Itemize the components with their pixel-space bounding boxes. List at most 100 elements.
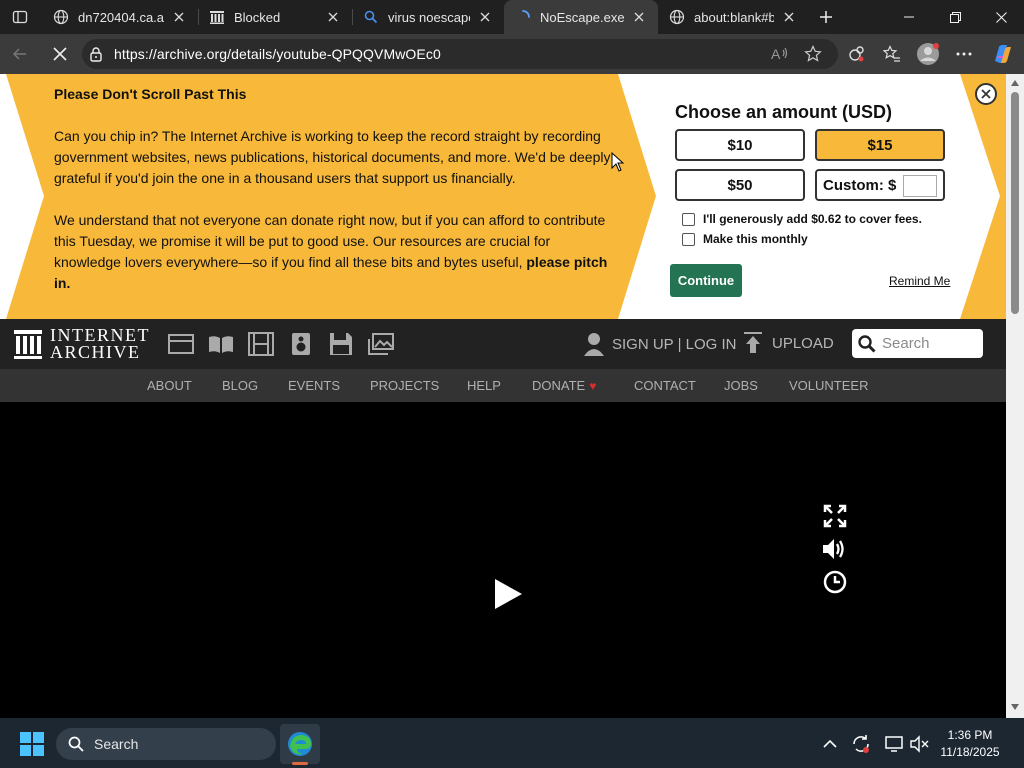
video-film-icon[interactable]	[248, 331, 274, 357]
copilot-button[interactable]	[988, 40, 1016, 68]
page-scrollbar[interactable]	[1006, 74, 1024, 718]
globe-icon	[668, 8, 686, 26]
read-aloud-icon[interactable]: A	[770, 43, 792, 65]
close-tab-icon[interactable]	[630, 8, 648, 26]
taskbar-edge-app[interactable]	[280, 724, 320, 764]
custom-amount-field[interactable]: Custom: $	[815, 169, 945, 201]
restore-button[interactable]	[932, 0, 978, 34]
page-content: Please Don't Scroll Past This Can you ch…	[0, 74, 1006, 718]
tab-title: dn720404.ca.arch	[78, 9, 164, 25]
web-icon[interactable]	[168, 331, 194, 357]
network-muted-icon[interactable]	[910, 734, 930, 754]
custom-amount-input[interactable]	[903, 175, 937, 197]
close-banner-button[interactable]	[975, 83, 997, 105]
minimize-button[interactable]	[886, 0, 932, 34]
sync-icon[interactable]	[851, 734, 871, 754]
nav-projects[interactable]: PROJECTS	[370, 378, 439, 393]
address-bar[interactable]: https://archive.org/details/youtube-QPQQ…	[82, 39, 838, 69]
tab-actions-button[interactable]	[6, 4, 34, 30]
volume-icon[interactable]	[822, 536, 848, 562]
fullscreen-icon[interactable]	[822, 503, 848, 529]
software-floppy-icon[interactable]	[328, 331, 354, 357]
video-player[interactable]	[4, 402, 1006, 718]
upload-icon	[744, 332, 762, 354]
system-clock[interactable]: 1:36 PM 11/18/2025	[935, 727, 1005, 761]
settings-more-button[interactable]	[950, 40, 978, 68]
tab-2[interactable]: Blocked	[198, 0, 352, 34]
nav-events[interactable]: EVENTS	[288, 378, 340, 393]
continue-button[interactable]: Continue	[670, 264, 742, 297]
audio-speaker-icon[interactable]	[288, 331, 314, 357]
monthly-option[interactable]: Make this monthly	[682, 232, 808, 246]
play-icon[interactable]	[490, 576, 526, 612]
tab-1[interactable]: dn720404.ca.arch	[42, 0, 198, 34]
tab-actions-icon	[12, 9, 28, 25]
back-arrow-icon	[12, 46, 28, 62]
nav-blog[interactable]: BLOG	[222, 378, 258, 393]
custom-amount-label: Custom: $	[823, 176, 897, 194]
amount-10-button[interactable]: $10	[675, 129, 805, 161]
search-icon	[858, 334, 876, 353]
upload-link[interactable]: UPLOAD	[744, 332, 834, 354]
avatar	[916, 42, 940, 66]
tab-title: Blocked	[234, 9, 281, 25]
ia-logo-text: INTERNET ARCHIVE	[50, 326, 150, 362]
texts-book-icon[interactable]	[208, 331, 234, 357]
ia-search-box[interactable]: Search	[852, 329, 983, 358]
scrollbar-thumb[interactable]	[1011, 92, 1019, 314]
nav-about[interactable]: ABOUT	[147, 378, 192, 393]
remind-me-link[interactable]: Remind Me	[889, 274, 950, 288]
monthly-checkbox[interactable]	[682, 232, 695, 246]
taskbar-search-box[interactable]: Search	[56, 728, 276, 760]
nav-contact[interactable]: CONTACT	[634, 378, 696, 393]
url-text[interactable]: https://archive.org/details/youtube-QPQQ…	[114, 46, 441, 62]
taskbar-search-label: Search	[94, 736, 139, 752]
close-tab-icon[interactable]	[476, 8, 494, 26]
nav-help[interactable]: HELP	[467, 378, 501, 393]
stop-loading-button[interactable]	[46, 40, 74, 68]
active-app-indicator	[292, 762, 308, 765]
nav-volunteer[interactable]: VOLUNTEER	[789, 378, 868, 393]
lock-icon[interactable]	[88, 46, 104, 62]
amount-15-button[interactable]: $15	[815, 129, 945, 161]
display-icon[interactable]	[884, 734, 904, 754]
close-tab-icon[interactable]	[324, 8, 342, 26]
monthly-label: Make this monthly	[703, 232, 808, 246]
clock-icon[interactable]	[822, 569, 848, 595]
tab-3[interactable]: virus noescape ar	[352, 0, 504, 34]
favorites-button[interactable]	[878, 40, 906, 68]
donation-form: Choose an amount (USD) $10 $15 $50 Custo…	[670, 74, 960, 319]
tab-4-active[interactable]: NoEscape.exe (Cr	[504, 0, 658, 34]
nav-donate[interactable]: DONATE ♥	[532, 378, 596, 393]
heart-icon: ♥	[589, 379, 597, 393]
archive-building-icon	[14, 328, 42, 360]
back-button[interactable]	[6, 40, 34, 68]
favorite-star-icon[interactable]	[802, 43, 824, 65]
loading-spinner-icon	[514, 8, 532, 26]
banner-message: Please Don't Scroll Past This Can you ch…	[54, 84, 614, 315]
close-tab-icon[interactable]	[780, 8, 798, 26]
banner-heading: Please Don't Scroll Past This	[54, 86, 247, 102]
close-window-button[interactable]	[978, 0, 1024, 34]
banner-paragraph-2-text: We understand that not everyone can dona…	[54, 212, 606, 270]
chevron-up-icon[interactable]	[820, 734, 840, 754]
amount-50-button[interactable]: $50	[675, 169, 805, 201]
ia-sub-nav: ABOUT BLOG EVENTS PROJECTS HELP DONATE ♥ …	[0, 369, 1006, 402]
new-tab-button[interactable]	[812, 4, 840, 30]
tab-5[interactable]: about:blank#bloc	[658, 0, 808, 34]
cover-fees-checkbox[interactable]	[682, 212, 695, 226]
scroll-down-arrow-icon[interactable]	[1010, 702, 1020, 712]
ia-logo-line2: ARCHIVE	[50, 342, 141, 362]
extensions-button[interactable]	[842, 40, 870, 68]
scroll-up-arrow-icon[interactable]	[1010, 78, 1020, 88]
upload-label: UPLOAD	[772, 334, 834, 352]
nav-jobs[interactable]: JOBS	[724, 378, 758, 393]
ia-search-input[interactable]: Search	[882, 335, 930, 352]
cover-fees-option[interactable]: I'll generously add $0.62 to cover fees.	[682, 212, 922, 226]
sign-up-login-link[interactable]: SIGN UP | LOG IN	[584, 332, 736, 356]
close-tab-icon[interactable]	[170, 8, 188, 26]
windows-start-icon[interactable]	[20, 732, 44, 756]
images-icon[interactable]	[368, 331, 394, 357]
ia-logo[interactable]: INTERNET ARCHIVE	[14, 326, 150, 362]
profile-button[interactable]	[914, 40, 942, 68]
